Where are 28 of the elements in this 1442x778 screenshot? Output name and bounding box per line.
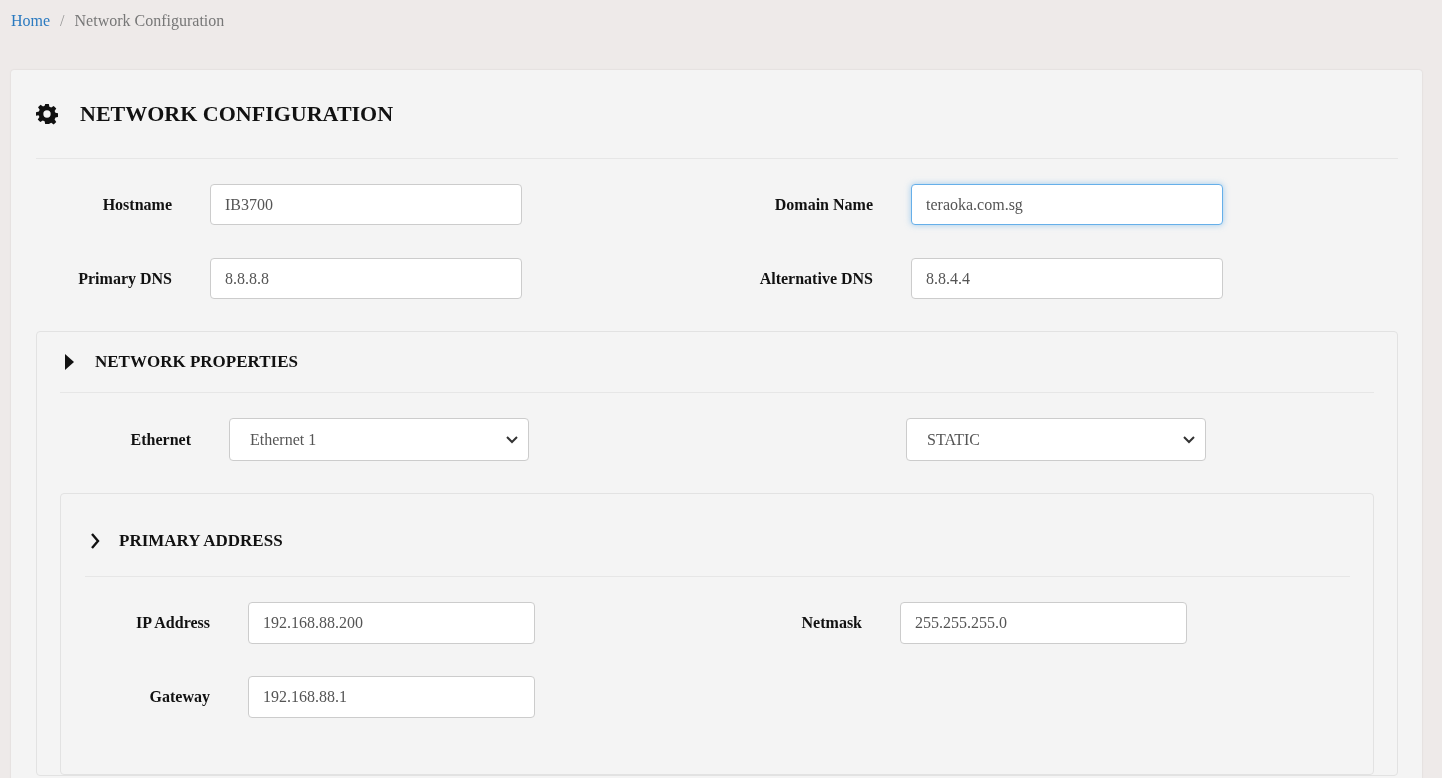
chevron-down-icon <box>506 435 518 444</box>
field-label: Ethernet <box>129 430 192 449</box>
dropdown[interactable]: Ethernet 1 <box>229 418 529 461</box>
settings-icon <box>36 103 58 125</box>
field-label: Alternative DNS <box>758 269 874 288</box>
text-field[interactable]: 8.8.4.4 <box>911 258 1223 299</box>
chevron-right-icon <box>90 533 100 549</box>
text-field[interactable]: teraoka.com.sg <box>911 184 1223 225</box>
field-label: Primary DNS <box>77 269 173 288</box>
text-field[interactable]: 192.168.88.200 <box>248 602 535 644</box>
field-label: Hostname <box>101 195 173 214</box>
caret-icon <box>64 354 74 370</box>
page-title: NETWORK CONFIGURATION <box>80 101 394 127</box>
field-label: Netmask <box>800 614 863 632</box>
dropdown[interactable]: STATIC <box>906 418 1206 461</box>
breadcrumb-link[interactable]: Home <box>11 12 51 30</box>
breadcrumb-current: Network Configuration <box>74 12 225 30</box>
text-field[interactable]: 192.168.88.1 <box>248 676 535 718</box>
breadcrumb-separator: / <box>60 12 65 30</box>
text-field[interactable]: IB3700 <box>210 184 522 225</box>
section-title: NETWORK PROPERTIES <box>95 352 298 372</box>
field-label: Domain Name <box>773 195 874 214</box>
field-label: Gateway <box>148 688 211 706</box>
text-field[interactable]: 8.8.8.8 <box>210 258 522 299</box>
chevron-down-icon <box>1183 435 1195 444</box>
text-field[interactable]: 255.255.255.0 <box>900 602 1187 644</box>
section-title: PRIMARY ADDRESS <box>119 531 283 551</box>
field-label: IP Address <box>135 614 211 632</box>
